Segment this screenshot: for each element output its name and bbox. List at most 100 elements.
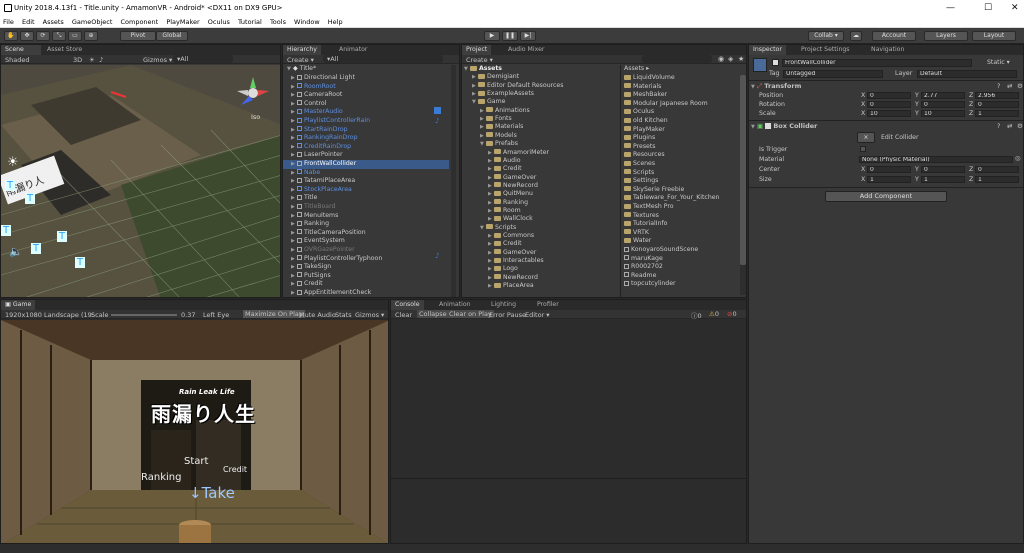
rotation-y-field[interactable]: 0 [921,101,965,108]
tab-inspector[interactable]: Inspector [749,45,786,55]
settings-gear-icon[interactable]: ⚙ [1017,82,1023,90]
rect-tool-icon[interactable]: ▭ [68,31,82,41]
project-folder-item[interactable]: ▶ Audio [488,157,521,166]
project-asset-item[interactable]: Scenes [624,160,655,169]
hierarchy-item[interactable]: ▶ PutSigns [283,272,449,281]
project-folder-item[interactable]: ▶ GameOver [488,174,536,183]
layer-dropdown[interactable]: Default [917,70,1017,78]
hierarchy-item[interactable]: ▶ TatamiPlaceArea [283,177,449,186]
scale-y-field[interactable]: 10 [921,110,965,117]
project-folder-item[interactable]: ▶ Ranking [488,199,528,208]
hierarchy-item[interactable]: ▶ TitleCameraPosition [283,229,449,238]
mode-2d-toggle[interactable]: 3D [73,56,82,64]
hierarchy-item[interactable]: ▶ Control [283,100,449,109]
hierarchy-item[interactable]: ▶ Credit [283,280,449,289]
layout-button[interactable]: Layout [972,31,1016,41]
project-folder-item[interactable]: ▶ Credit [488,165,522,174]
hierarchy-item[interactable]: ▶ PlaylistControllerRain [283,117,449,126]
assets-breadcrumb[interactable]: Assets ▸ [624,65,649,74]
project-folder-item[interactable]: ▶ NewRecord [488,274,538,283]
settings-gear-icon[interactable]: ⚙ [1017,122,1023,130]
hierarchy-item[interactable]: ▶ TitleBoard [283,203,449,212]
project-folder-item[interactable]: ▶ Models [480,132,517,141]
text-gizmo-icon[interactable]: T [1,225,12,236]
size-z-field[interactable]: 1 [975,176,1019,183]
menu-component[interactable]: Component [117,17,161,28]
menu-window[interactable]: Window [291,17,323,28]
box-collider-header[interactable]: ▼ ▣ Box Collider ? ⇄ ⚙ [751,122,1023,131]
tab-audio-mixer[interactable]: Audio Mixer [504,45,548,55]
help-icon[interactable]: ? [997,122,1000,130]
menu-start-label[interactable]: Start [184,456,208,467]
hierarchy-search-input[interactable]: ▾All [323,55,443,63]
hierarchy-item[interactable]: ▶ TakeSign [283,263,449,272]
maximize-on-play-toggle[interactable]: Maximize On Play [243,310,305,318]
project-folder-item[interactable]: ▶ WallClock [488,215,533,224]
cloud-icon[interactable]: ☁ [850,31,862,41]
project-folder-item[interactable]: ▶ Commons [488,232,534,241]
filter-type-icon[interactable]: ◉ [718,55,724,63]
position-y-field[interactable]: 2.77 [921,92,965,99]
help-icon[interactable]: ? [997,82,1000,90]
size-y-field[interactable]: 1 [921,176,965,183]
hierarchy-create-button[interactable]: Create ▾ [287,56,314,64]
move-tool-icon[interactable]: ✥ [20,31,34,41]
editor-dropdown[interactable]: Editor ▾ [525,311,550,319]
close-icon[interactable]: ✕ [1011,3,1019,13]
project-asset-item[interactable]: topcutcylinder [624,280,676,289]
text-gizmo-icon[interactable]: T [75,257,86,268]
object-picker-icon[interactable]: ◎ [1015,155,1020,162]
project-asset-item[interactable]: VRTK [624,229,649,238]
step-icon[interactable]: ▶| [520,31,536,41]
project-asset-item[interactable]: Presets [624,143,656,152]
project-folder-item[interactable]: ▶ Editor Default Resources [472,82,563,91]
project-asset-item[interactable]: Water [624,237,651,246]
tab-lighting[interactable]: Lighting [487,300,520,310]
active-checkbox[interactable] [772,59,779,66]
stats-toggle[interactable]: Stats [335,311,352,319]
is-trigger-checkbox[interactable] [860,146,866,152]
project-folder-item[interactable]: ▶ PlaceArea [488,282,534,291]
project-asset-item[interactable]: PlayMaker [624,126,665,135]
project-folder-item[interactable]: ▶ Materials [480,123,523,132]
add-component-button[interactable]: Add Component [825,191,947,202]
text-gizmo-icon[interactable]: T [31,243,42,254]
menu-file[interactable]: File [0,17,17,28]
project-folder-item[interactable]: ▶ QuitMenu [488,190,533,199]
orientation-gizmo[interactable] [235,75,271,111]
rotate-tool-icon[interactable]: ⟳ [36,31,50,41]
transform-tool-icon[interactable]: ⊕ [84,31,98,41]
preset-icon[interactable]: ⇄ [1007,122,1012,130]
hand-tool-icon[interactable]: ✋ [4,31,18,41]
tab-profiler[interactable]: Profiler [533,300,563,310]
audio-toggle-icon[interactable]: ♪ [99,56,103,64]
project-asset-item[interactable]: Readme [624,272,656,281]
clear-on-play-toggle[interactable]: Clear on Play [447,310,494,318]
hierarchy-item[interactable]: ▶ EventSystem [283,237,449,246]
collapse-toggle[interactable]: Collapse [417,310,449,318]
tab-console[interactable]: Console [391,300,424,310]
menu-ranking-label[interactable]: Ranking [141,472,181,483]
project-folder-item[interactable]: ▼ Prefabs [480,140,518,149]
tab-scene[interactable]: Scene [1,45,41,55]
hierarchy-item[interactable]: ▶ RankingRainDrop [283,134,449,143]
hierarchy-scrollbar[interactable] [451,65,456,297]
center-x-field[interactable]: 0 [867,166,911,173]
tab-animation[interactable]: Animation [435,300,475,310]
menu-playmaker[interactable]: PlayMaker [163,17,202,28]
project-folder-item[interactable]: ▶ Fonts [480,115,512,124]
scene-search-input[interactable]: ▾All [173,55,233,63]
mute-audio-toggle[interactable]: Mute Audio [299,311,336,319]
shading-dropdown[interactable]: Shaded [5,56,29,64]
menu-tools[interactable]: Tools [267,17,289,28]
project-asset-item[interactable]: TextMesh Pro [624,203,674,212]
object-name-field[interactable]: FrontWallCollider [782,59,972,67]
project-asset-item[interactable]: LiquidVolume [624,74,675,83]
light-gizmo-icon[interactable]: ☀ [7,155,19,170]
project-asset-item[interactable]: Plugins [624,134,655,143]
size-x-field[interactable]: 1 [867,176,911,183]
pivot-button[interactable]: Pivot [120,31,156,41]
component-enabled-checkbox[interactable] [765,123,772,129]
pause-icon[interactable]: ❚❚ [502,31,518,41]
menu-oculus[interactable]: Oculus [205,17,233,28]
